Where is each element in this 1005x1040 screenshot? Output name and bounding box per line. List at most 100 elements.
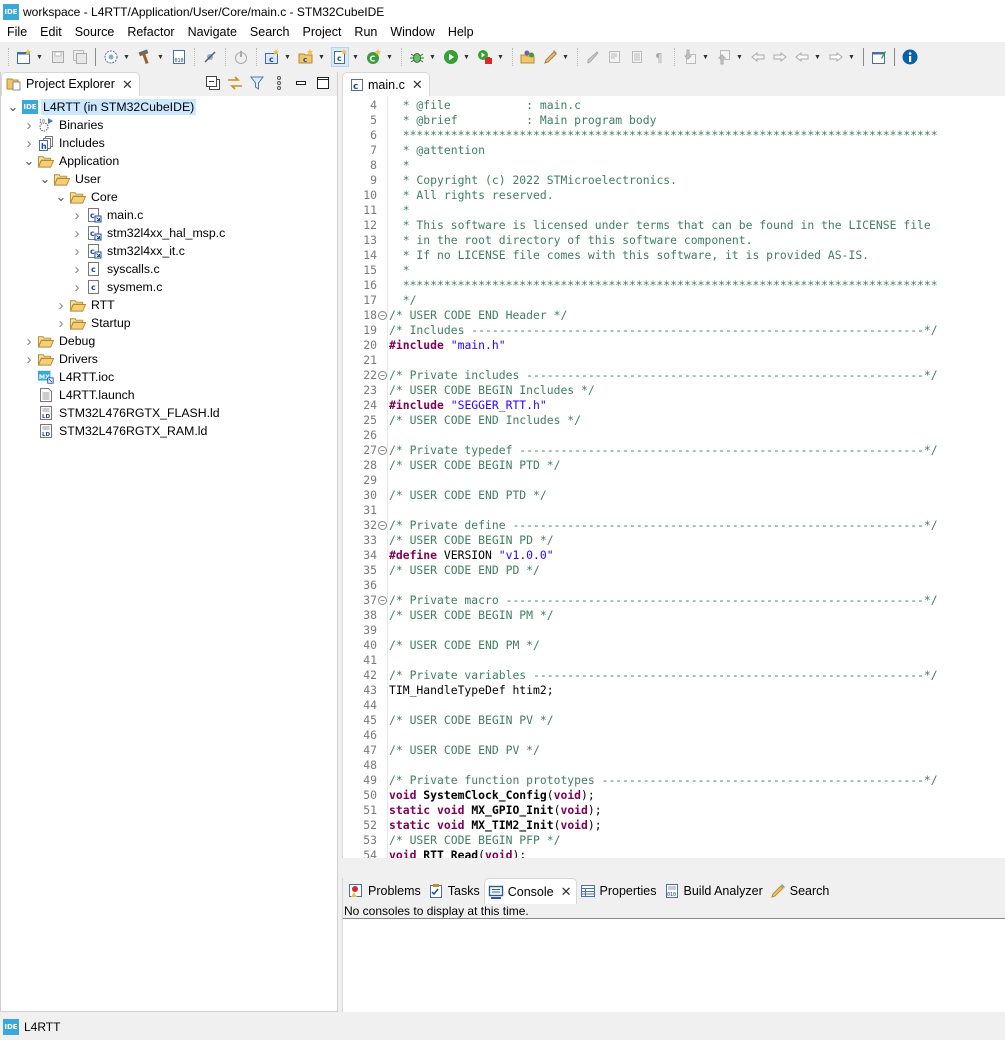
fold-toggle-icon[interactable]: − bbox=[378, 521, 387, 530]
chevron-down-icon[interactable]: ⌄ bbox=[7, 98, 19, 116]
code-line[interactable]: 11 * bbox=[343, 203, 1005, 218]
terminate-button[interactable] bbox=[232, 47, 250, 67]
menu-edit[interactable]: Edit bbox=[33, 23, 68, 42]
debug-button[interactable] bbox=[408, 47, 426, 67]
open-perspective-button[interactable] bbox=[870, 47, 888, 67]
new-c-project-button[interactable]: c bbox=[263, 47, 281, 67]
code-line[interactable]: 34 #define VERSION "v1.0.0" bbox=[343, 548, 1005, 563]
code-line[interactable]: 6 **************************************… bbox=[343, 128, 1005, 143]
code-line[interactable]: 54 void RTT_Read(void); bbox=[343, 848, 1005, 858]
tree-item[interactable]: › h Includes bbox=[1, 134, 337, 152]
tree-item[interactable]: L4RTT.launch bbox=[1, 386, 337, 404]
chevron-right-icon[interactable]: › bbox=[23, 332, 35, 350]
code-line[interactable]: 19 /* Includes --------------------------… bbox=[343, 323, 1005, 338]
tree-item[interactable]: › Debug bbox=[1, 332, 337, 350]
new-c-project-dropdown[interactable]: ▼ bbox=[283, 47, 292, 67]
fold-toggle-icon[interactable]: − bbox=[378, 446, 387, 455]
external-tools-dropdown[interactable]: ▼ bbox=[496, 47, 505, 67]
tree-item[interactable]: ⌄ User bbox=[1, 170, 337, 188]
tree-item[interactable]: › 10 Binaries bbox=[1, 116, 337, 134]
tree-item[interactable]: ⌄ Core bbox=[1, 188, 337, 206]
code-line[interactable]: 16 *************************************… bbox=[343, 278, 1005, 293]
menu-source[interactable]: Source bbox=[68, 23, 121, 42]
word-wrap-button[interactable] bbox=[606, 47, 624, 67]
code-line[interactable]: 37−/* Private macro --------------------… bbox=[343, 593, 1005, 608]
tree-item[interactable]: LD STM32L476RGTX_RAM.ld bbox=[1, 422, 337, 440]
tree-item[interactable]: › c main.c bbox=[1, 206, 337, 224]
forward-dropdown[interactable]: ▼ bbox=[847, 47, 856, 67]
code-line[interactable]: 29 bbox=[343, 473, 1005, 488]
information-button[interactable] bbox=[901, 47, 919, 67]
tree-item[interactable]: LD STM32L476RGTX_FLASH.ld bbox=[1, 404, 337, 422]
tab-properties[interactable]: Properties bbox=[577, 878, 661, 904]
new-folder-button[interactable]: c bbox=[297, 47, 315, 67]
chevron-right-icon[interactable]: › bbox=[71, 224, 83, 242]
code-line[interactable]: 20 #include "main.h" bbox=[343, 338, 1005, 353]
forward-button[interactable] bbox=[827, 47, 845, 67]
tree-item[interactable]: › c stm32l4xx_it.c bbox=[1, 242, 337, 260]
save-button[interactable] bbox=[49, 47, 67, 67]
prev-annotation-dropdown[interactable]: ▼ bbox=[735, 47, 744, 67]
code-line[interactable]: 25 /* USER CODE END Includes */ bbox=[343, 413, 1005, 428]
chevron-right-icon[interactable]: › bbox=[23, 134, 35, 152]
tree-item[interactable]: › RTT bbox=[1, 296, 337, 314]
code-line[interactable]: 8 * bbox=[343, 158, 1005, 173]
view-menu-button[interactable] bbox=[271, 75, 287, 91]
back-dropdown[interactable]: ▼ bbox=[813, 47, 822, 67]
tree-item[interactable]: › c stm32l4xx_hal_msp.c bbox=[1, 224, 337, 242]
code-line[interactable]: 22−/* Private includes -----------------… bbox=[343, 368, 1005, 383]
run-dropdown[interactable]: ▼ bbox=[462, 47, 471, 67]
menu-refactor[interactable]: Refactor bbox=[120, 23, 180, 42]
code-line[interactable]: 50 void SystemClock_Config(void); bbox=[343, 788, 1005, 803]
chevron-right-icon[interactable]: › bbox=[71, 260, 83, 278]
code-line[interactable]: 49 /* Private function prototypes -------… bbox=[343, 773, 1005, 788]
minimize-button[interactable] bbox=[293, 75, 309, 91]
close-icon[interactable]: ✕ bbox=[122, 78, 133, 91]
tree-item[interactable]: ⌄ Application bbox=[1, 152, 337, 170]
code-line[interactable]: 33 /* USER CODE BEGIN PD */ bbox=[343, 533, 1005, 548]
tab-console[interactable]: Console ✕ bbox=[483, 878, 577, 904]
code-line[interactable]: 23 /* USER CODE BEGIN Includes */ bbox=[343, 383, 1005, 398]
tab-search[interactable]: Search bbox=[767, 878, 834, 904]
tree-item[interactable]: › Startup bbox=[1, 314, 337, 332]
code-content[interactable]: 4 * @file : main.c 5 * @brief : Main prog… bbox=[343, 98, 1005, 858]
chevron-down-icon[interactable]: ⌄ bbox=[55, 188, 67, 206]
menu-help[interactable]: Help bbox=[441, 23, 480, 42]
new-dropdown[interactable]: ▼ bbox=[35, 47, 44, 67]
code-line[interactable]: 7 * @attention bbox=[343, 143, 1005, 158]
code-line[interactable]: 27−/* Private typedef ------------------… bbox=[343, 443, 1005, 458]
forward-edit-button[interactable] bbox=[771, 47, 789, 67]
next-annotation-dropdown[interactable]: ▼ bbox=[701, 47, 710, 67]
new-source-file-dropdown[interactable]: ▼ bbox=[351, 47, 360, 67]
code-line[interactable]: 43 TIM_HandleTypeDef htim2; bbox=[343, 683, 1005, 698]
mark-occurrences-button[interactable] bbox=[584, 47, 602, 67]
chevron-right-icon[interactable]: › bbox=[23, 116, 35, 134]
search-dropdown[interactable]: ▼ bbox=[561, 47, 570, 67]
tree-item[interactable]: MX L4RTT.ioc bbox=[1, 368, 337, 386]
code-line[interactable]: 40 /* USER CODE END PM */ bbox=[343, 638, 1005, 653]
code-line[interactable]: 32−/* Private define -------------------… bbox=[343, 518, 1005, 533]
code-line[interactable]: 9 * Copyright (c) 2022 STMicroelectronic… bbox=[343, 173, 1005, 188]
link-with-editor-button[interactable] bbox=[227, 75, 243, 91]
code-line[interactable]: 5 * @brief : Main program body bbox=[343, 113, 1005, 128]
code-line[interactable]: 51 static void MX_GPIO_Init(void); bbox=[343, 803, 1005, 818]
code-line[interactable]: 48 bbox=[343, 758, 1005, 773]
run-button[interactable] bbox=[442, 47, 460, 67]
chevron-right-icon[interactable]: › bbox=[71, 206, 83, 224]
next-annotation-button[interactable] bbox=[681, 47, 699, 67]
menu-project[interactable]: Project bbox=[296, 23, 348, 42]
code-line[interactable]: 52 static void MX_TIM2_Init(void); bbox=[343, 818, 1005, 833]
menu-run[interactable]: Run bbox=[347, 23, 383, 42]
build-dropdown[interactable]: ▼ bbox=[156, 47, 165, 67]
collapse-all-button[interactable] bbox=[205, 75, 221, 91]
new-class-button[interactable]: C bbox=[365, 47, 383, 67]
code-line[interactable]: 21 bbox=[343, 353, 1005, 368]
code-line[interactable]: 41 bbox=[343, 653, 1005, 668]
tree-item[interactable]: › Drivers bbox=[1, 350, 337, 368]
new-folder-dropdown[interactable]: ▼ bbox=[317, 47, 326, 67]
chevron-right-icon[interactable]: › bbox=[71, 278, 83, 296]
search-button[interactable] bbox=[541, 47, 559, 67]
code-line[interactable]: 12 * This software is licensed under ter… bbox=[343, 218, 1005, 233]
code-line[interactable]: 15 * bbox=[343, 263, 1005, 278]
chevron-right-icon[interactable]: › bbox=[71, 242, 83, 260]
